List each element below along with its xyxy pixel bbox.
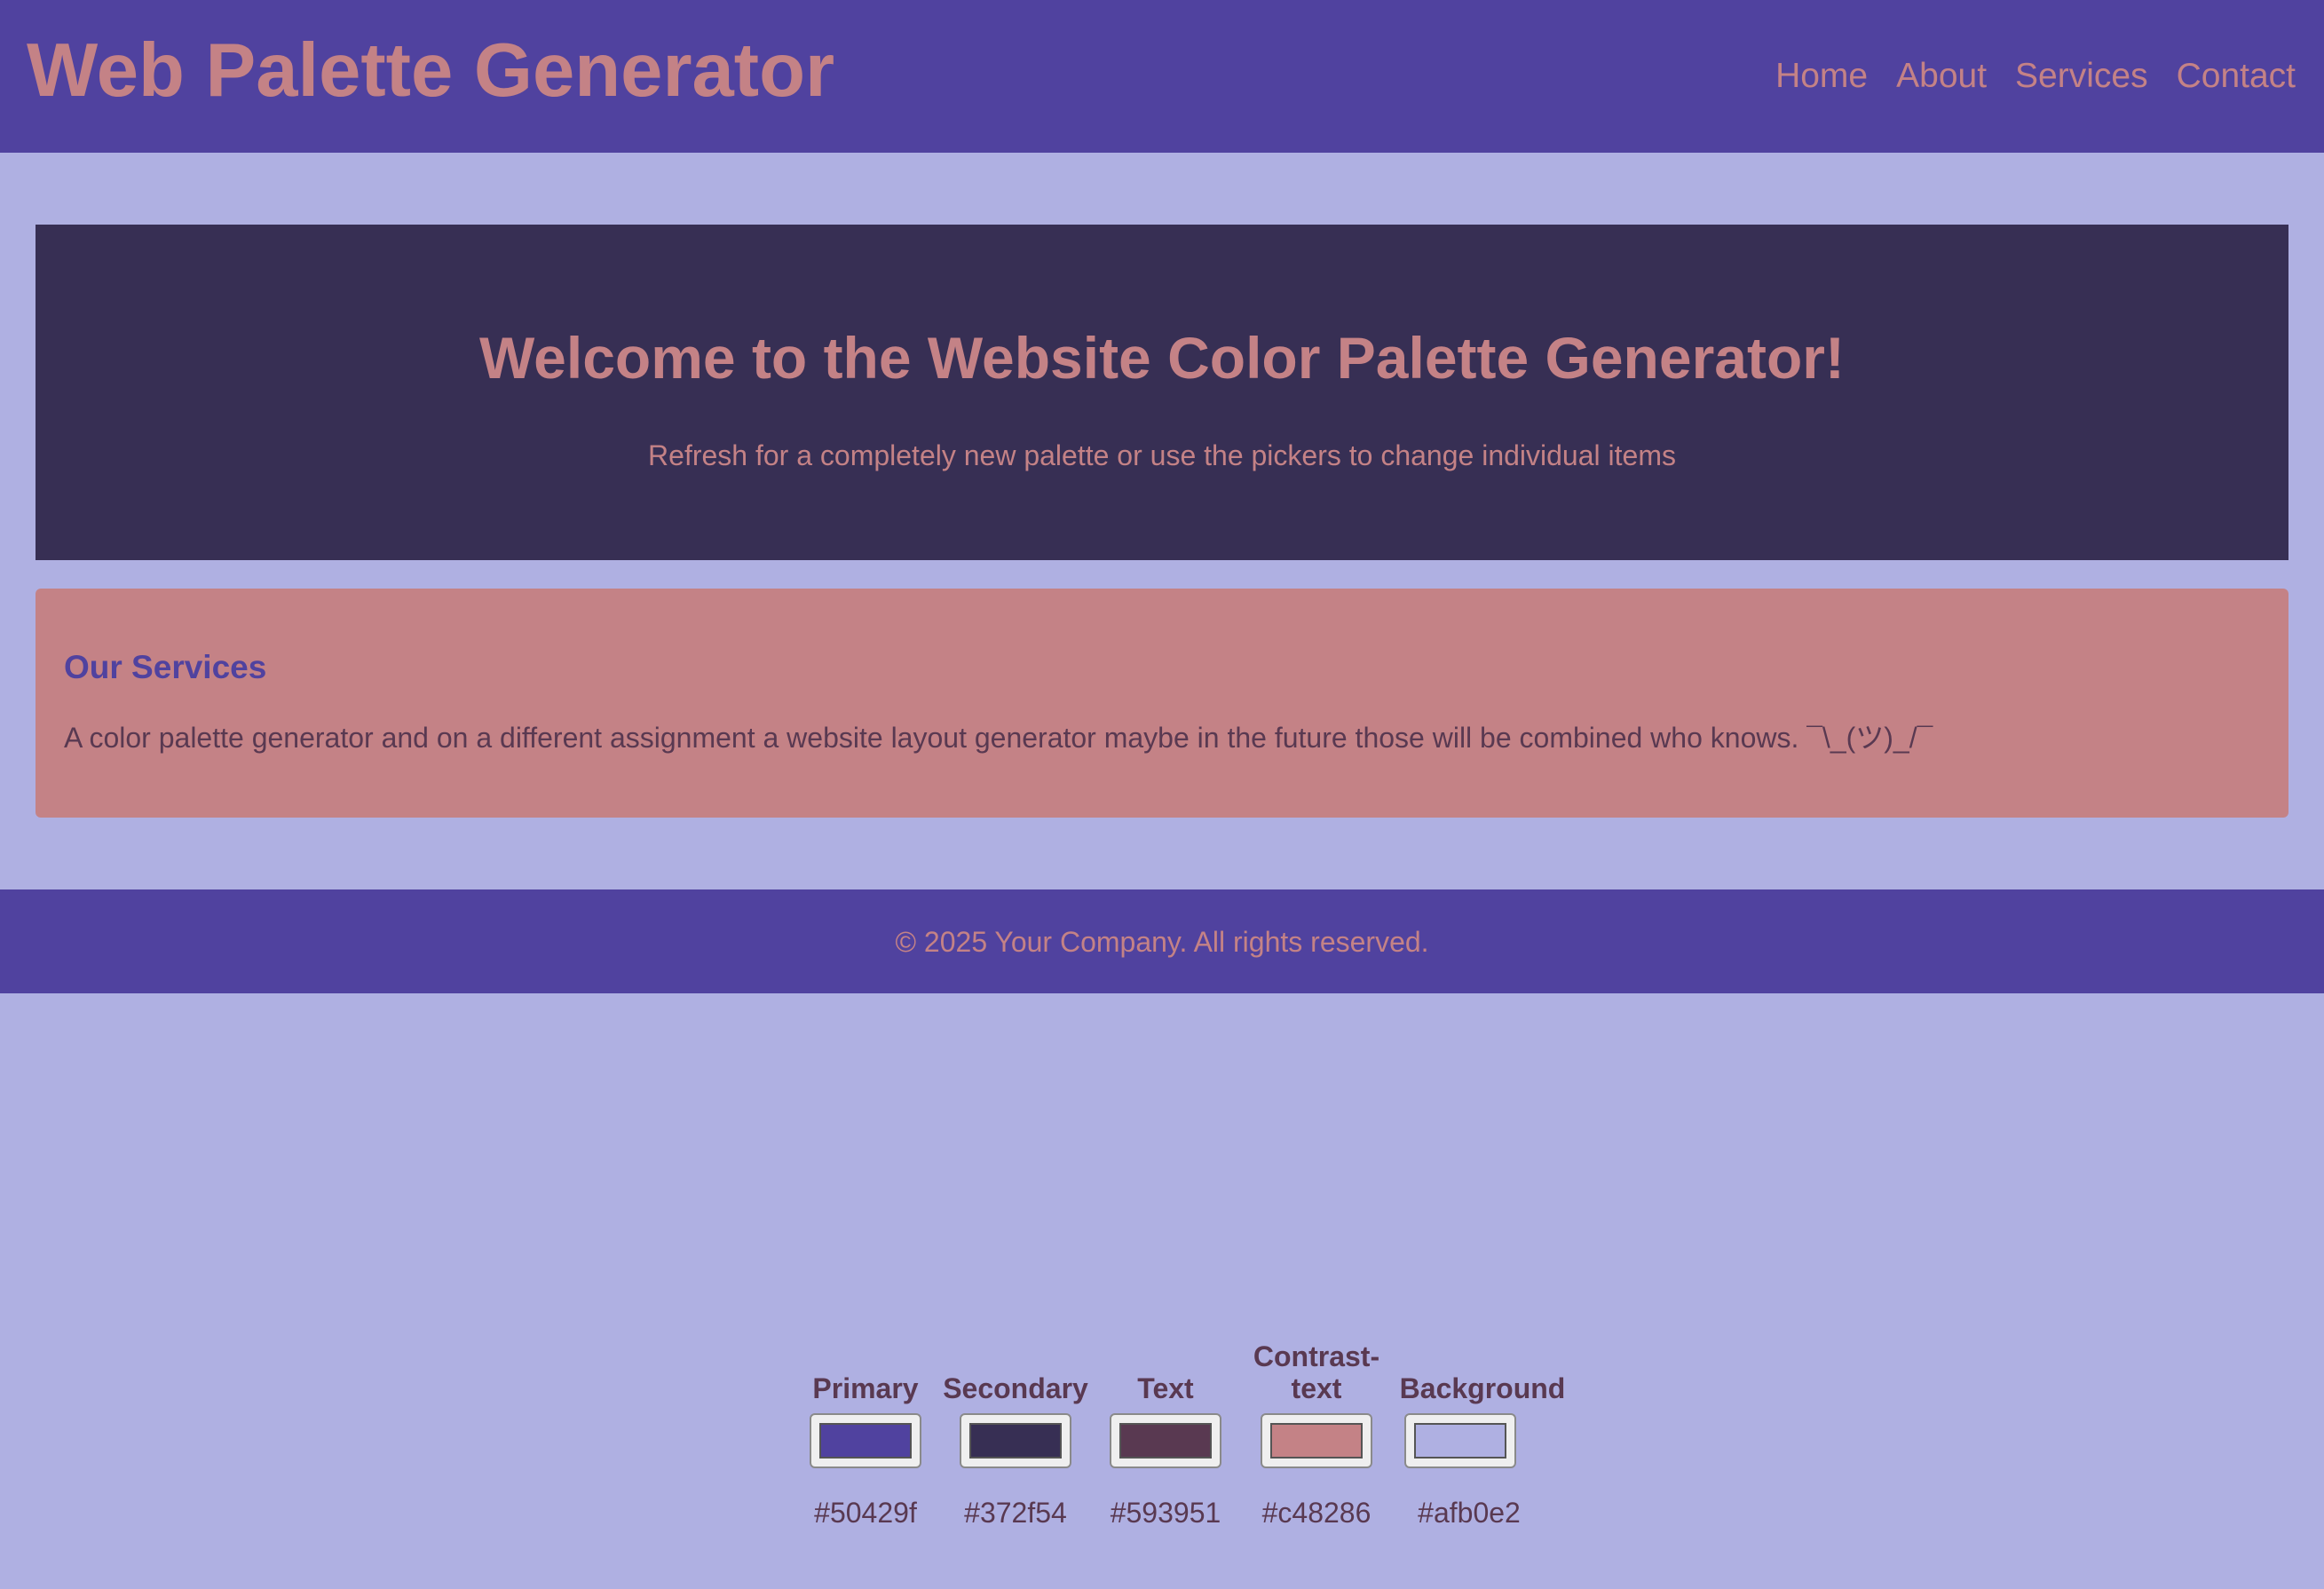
services-description: A color palette generator and on a diffe… <box>64 722 1933 754</box>
swatch-fill <box>1119 1423 1212 1459</box>
picker-background: Background #afb0e2 <box>1394 1339 1571 1543</box>
hero-subtitle: Refresh for a completely new palette or … <box>648 439 1676 471</box>
swatch-fill <box>1414 1423 1506 1459</box>
picker-label: Secondary <box>943 1372 1088 1404</box>
services-section: Our Services A color palette generator a… <box>36 589 2288 818</box>
text-hex-value: #593951 <box>1110 1497 1221 1529</box>
background-hex-value: #afb0e2 <box>1418 1497 1521 1529</box>
contrast-text-color-picker[interactable] <box>1261 1413 1372 1468</box>
primary-hex-value: #50429f <box>814 1497 917 1529</box>
swatch-fill <box>819 1423 912 1459</box>
hero-title: Welcome to the Website Color Palette Gen… <box>479 325 1845 391</box>
nav-about-link[interactable]: About <box>1896 53 1987 99</box>
picker-secondary: Secondary #372f54 <box>940 1339 1091 1543</box>
main-nav: Home About Services Contact <box>1775 53 2296 99</box>
picker-label: Contrast-text <box>1253 1340 1380 1404</box>
swatch-fill <box>969 1423 1062 1459</box>
swatch-fill <box>1270 1423 1363 1459</box>
copyright-text: © 2025 Your Company. All rights reserved… <box>895 926 1429 958</box>
contrast-text-hex-value: #c48286 <box>1261 1497 1371 1529</box>
site-footer: © 2025 Your Company. All rights reserved… <box>0 889 2324 993</box>
primary-color-picker[interactable] <box>810 1413 921 1468</box>
hero-section: Welcome to the Website Color Palette Gen… <box>36 225 2288 560</box>
picker-contrast-text: Contrast-text #c48286 <box>1241 1339 1392 1543</box>
nav-contact-link[interactable]: Contact <box>2177 53 2296 99</box>
background-color-picker[interactable] <box>1404 1413 1516 1468</box>
picker-label: Primary <box>812 1372 919 1404</box>
color-pickers: Primary #50429f Secondary #372f54 Text #… <box>790 1339 1589 1543</box>
nav-services-link[interactable]: Services <box>2015 53 2148 99</box>
picker-label: Background <box>1399 1372 1566 1404</box>
services-title: Our Services <box>64 649 267 685</box>
text-color-picker[interactable] <box>1110 1413 1221 1468</box>
site-header: Web Palette Generator Home About Service… <box>0 0 2324 153</box>
picker-label: Text <box>1137 1372 1194 1404</box>
nav-home-link[interactable]: Home <box>1775 53 1868 99</box>
secondary-color-picker[interactable] <box>960 1413 1071 1468</box>
picker-primary: Primary #50429f <box>790 1339 941 1543</box>
picker-text: Text #593951 <box>1090 1339 1241 1543</box>
secondary-hex-value: #372f54 <box>964 1497 1067 1529</box>
site-logo: Web Palette Generator <box>27 28 835 113</box>
